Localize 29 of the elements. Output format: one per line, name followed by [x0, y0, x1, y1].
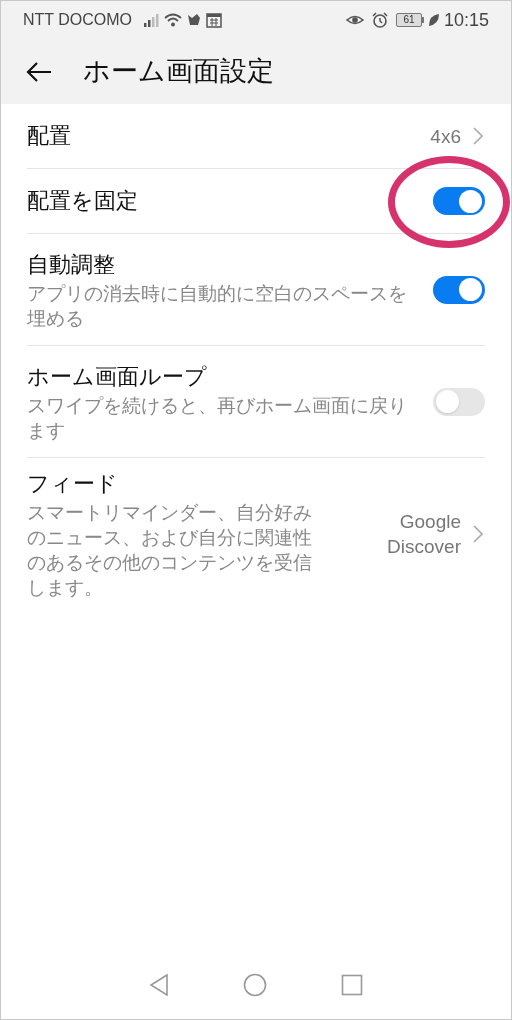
eye-icon — [345, 13, 364, 27]
setting-description: スマートリマインダー、自分好みのニュース、および自分に関連性のあるその他のコンテンツを受信します。 — [27, 501, 313, 600]
calendar-icon — [206, 12, 223, 28]
setting-value[interactable]: 4x6 — [430, 123, 461, 149]
home-nav-icon[interactable] — [243, 973, 267, 997]
wifi-icon — [164, 13, 183, 27]
back-arrow-icon[interactable] — [25, 60, 53, 83]
setting-value[interactable]: Google Discover — [371, 509, 461, 559]
setting-title: ホーム画面ループ — [27, 362, 207, 391]
toggle-switch[interactable] — [433, 187, 485, 215]
toggle-switch[interactable] — [433, 275, 485, 304]
battery-icon: 61 — [395, 13, 424, 27]
toggle-switch[interactable] — [433, 387, 485, 416]
back-nav-icon[interactable] — [149, 974, 169, 996]
signal-icon — [144, 13, 161, 27]
chevron-icon — [473, 525, 483, 543]
setting-title: フィード — [27, 470, 118, 498]
alarm-icon — [371, 12, 388, 28]
setting-title: 自動調整 — [27, 250, 115, 279]
setting-title: 配置を固定 — [27, 187, 138, 215]
setting-description: スワイプを続けると、再びホーム画面に戻ります — [27, 393, 408, 443]
leaf-icon — [427, 13, 440, 27]
chevron-icon — [473, 127, 483, 145]
recents-nav-icon[interactable] — [341, 974, 363, 996]
setting-description: アプリの消去時に自動的に空白のスペースを埋める — [27, 281, 408, 331]
page-title: ホーム画面設定 — [83, 55, 274, 89]
clock-time: 10:15 — [443, 8, 489, 32]
carrier-name: NTT DOCOMO — [23, 10, 133, 30]
setting-title: 配置 — [27, 122, 71, 150]
